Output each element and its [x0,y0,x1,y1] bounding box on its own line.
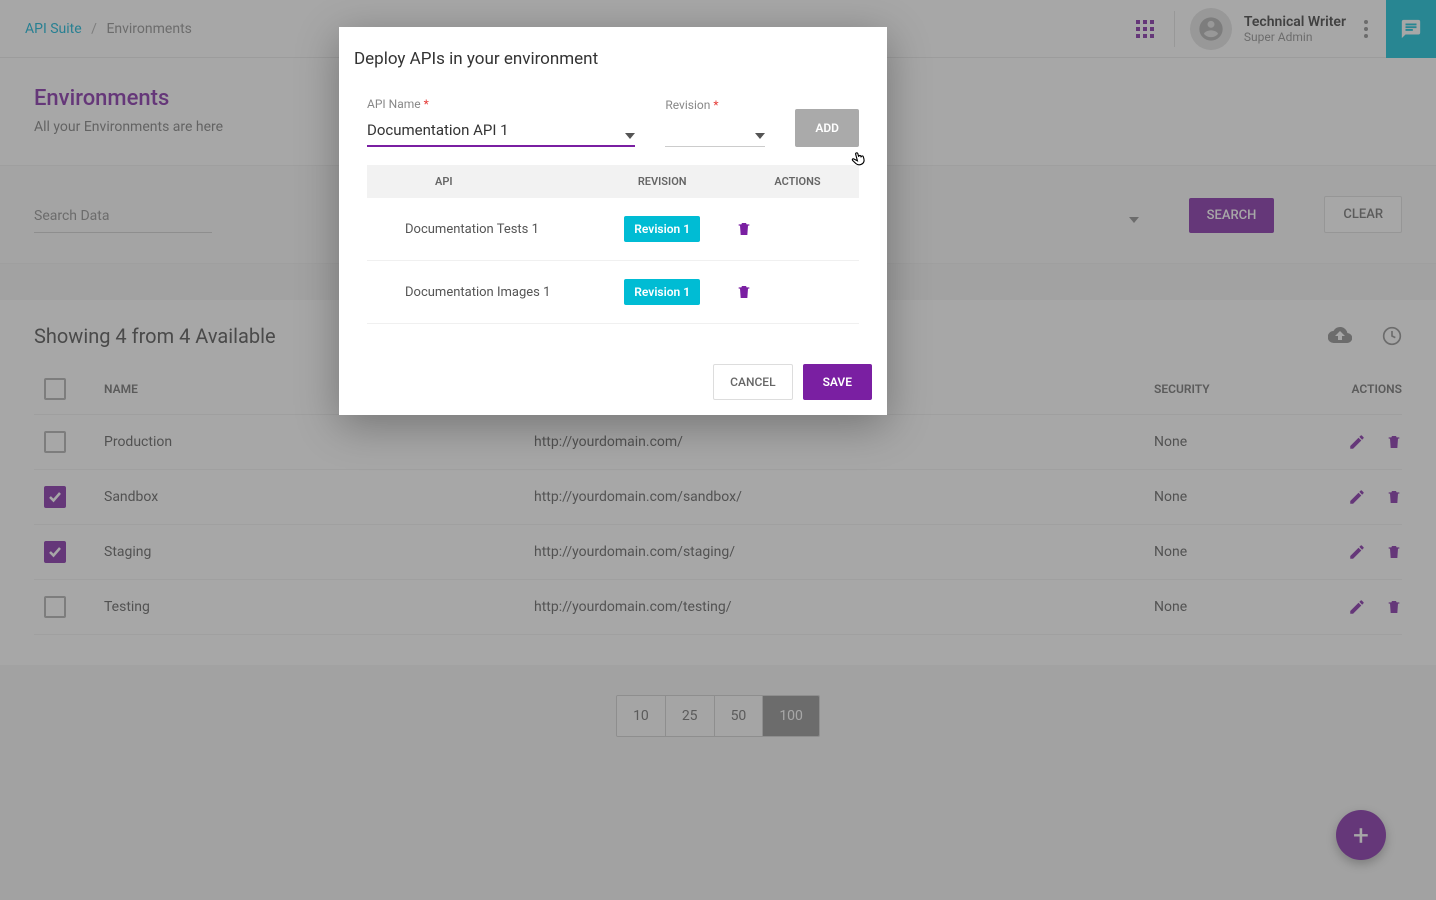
api-row-name: Documentation Tests 1 [367,198,588,261]
delete-icon[interactable] [736,283,859,301]
delete-icon[interactable] [736,220,859,238]
modal-column-api: API [367,165,588,198]
revision-label: Revision * [665,98,765,112]
modal-column-revision: REVISION [588,165,736,198]
api-row: Documentation Tests 1 Revision 1 [367,198,859,261]
api-row-name: Documentation Images 1 [367,261,588,324]
revision-badge: Revision 1 [624,279,700,305]
api-name-select[interactable] [367,117,635,147]
modal-column-actions: ACTIONS [736,165,859,198]
revision-select[interactable] [665,118,765,147]
save-button[interactable]: SAVE [803,364,872,400]
cancel-button[interactable]: CANCEL [713,364,792,400]
modal-title: Deploy APIs in your environment [339,27,887,87]
api-name-label: API Name * [367,97,635,111]
api-list-table: API REVISION ACTIONS Documentation Tests… [367,165,859,324]
add-button[interactable]: ADD [795,109,859,147]
deploy-apis-modal: Deploy APIs in your environment API Name… [339,27,887,415]
revision-badge: Revision 1 [624,216,700,242]
api-row: Documentation Images 1 Revision 1 [367,261,859,324]
